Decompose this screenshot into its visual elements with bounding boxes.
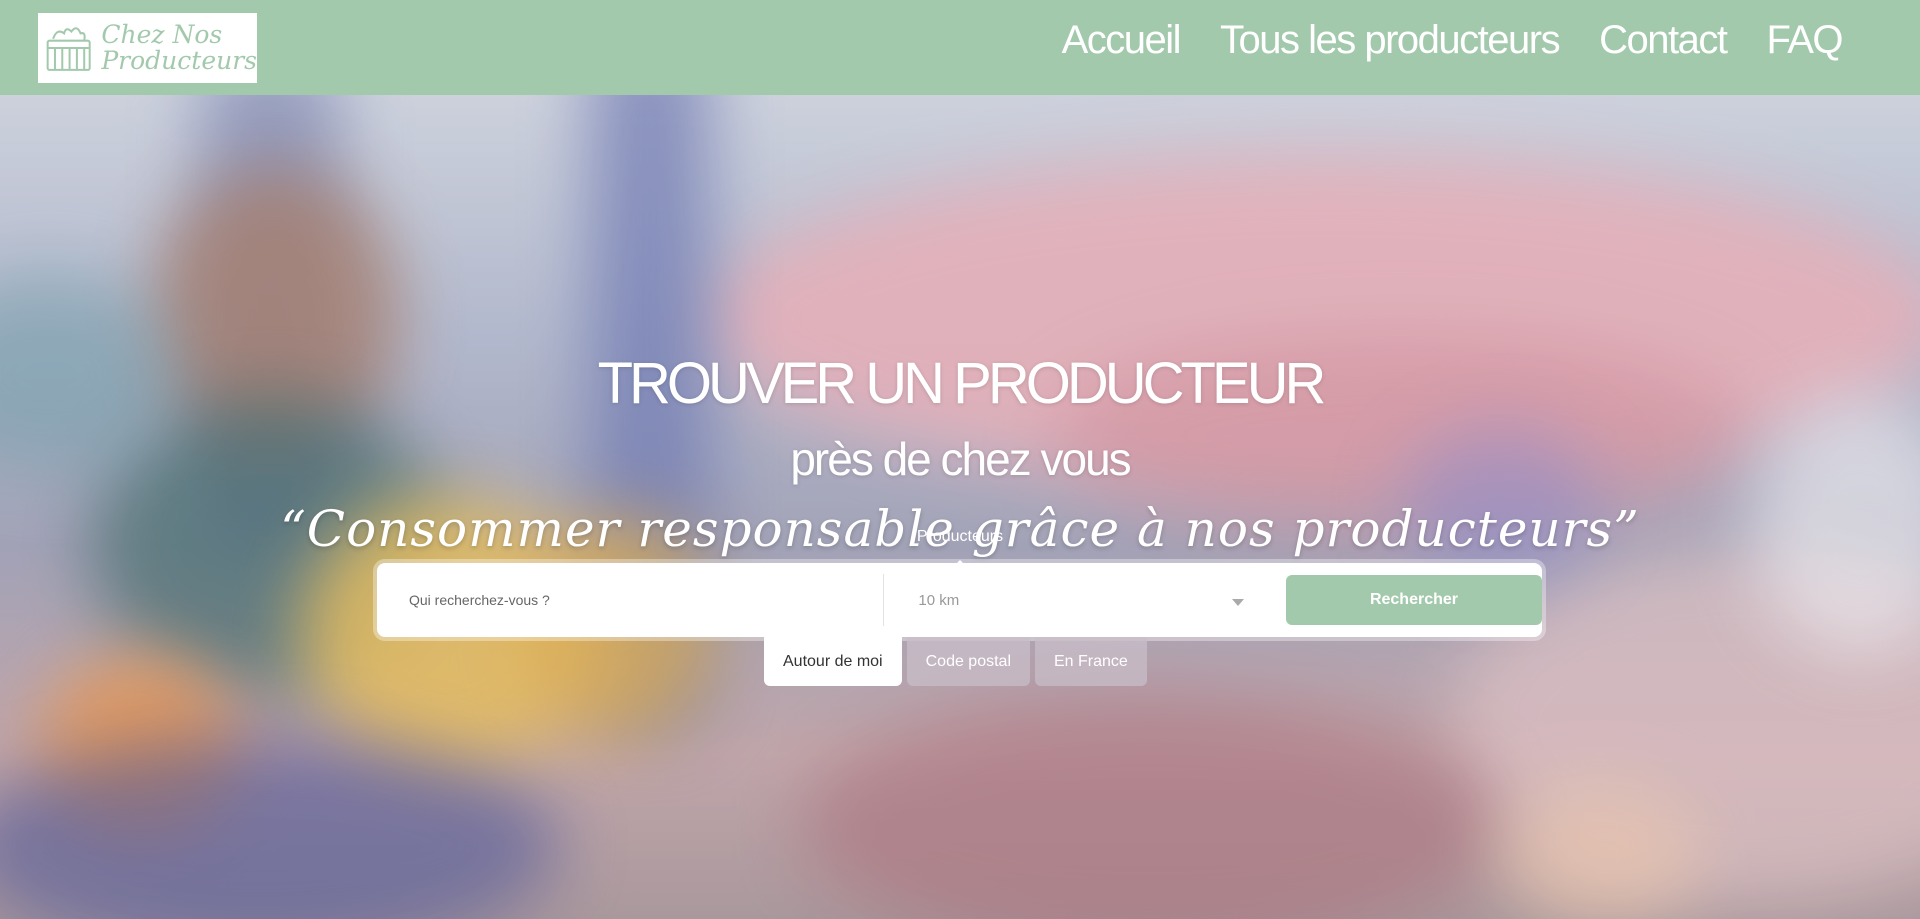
crate-of-vegetables-icon xyxy=(46,27,91,71)
nav-item-tous-les-producteurs[interactable]: Tous les producteurs xyxy=(1220,18,1561,63)
nav-item-contact[interactable]: Contact xyxy=(1599,18,1728,63)
site-header: Chez Nos Producteurs Accueil Tous les pr… xyxy=(0,0,1920,95)
site-logo[interactable]: Chez Nos Producteurs xyxy=(38,13,257,83)
hero-subtitle: près de chez vous xyxy=(790,433,1131,485)
nav-item-accueil[interactable]: Accueil xyxy=(1062,18,1182,63)
mode-tab-autour-de-moi[interactable]: Autour de moi xyxy=(764,637,902,686)
main-nav: Accueil Tous les producteurs Contact FAQ xyxy=(1062,18,1844,63)
chevron-down-icon xyxy=(1231,598,1244,606)
distance-select[interactable]: 10 km xyxy=(898,574,1266,626)
logo-line-1: Chez Nos xyxy=(101,20,223,49)
hero-title: TROUVER UN PRODUCTEUR xyxy=(597,351,1327,416)
search-button[interactable]: Rechercher xyxy=(1285,575,1542,625)
search-input[interactable] xyxy=(391,574,884,626)
hero-section: TROUVER UN PRODUCTEUR près de chez vous … xyxy=(0,95,1920,919)
search-mode-tabs: Autour de moi Code postal En France xyxy=(764,637,1147,686)
logo-wordmark: Chez Nos Producteurs xyxy=(101,22,257,74)
distance-value: 10 km xyxy=(918,591,960,609)
mode-tab-code-postal[interactable]: Code postal xyxy=(906,637,1030,686)
nav-item-faq[interactable]: FAQ xyxy=(1766,18,1843,63)
logo-line-2: Producteurs xyxy=(101,46,257,75)
search-divider xyxy=(883,574,885,626)
mode-tab-en-france[interactable]: En France xyxy=(1035,637,1147,686)
search-form: 10 km Rechercher xyxy=(377,563,1542,637)
search-tab-producteurs[interactable]: Producteurs xyxy=(0,528,1920,546)
